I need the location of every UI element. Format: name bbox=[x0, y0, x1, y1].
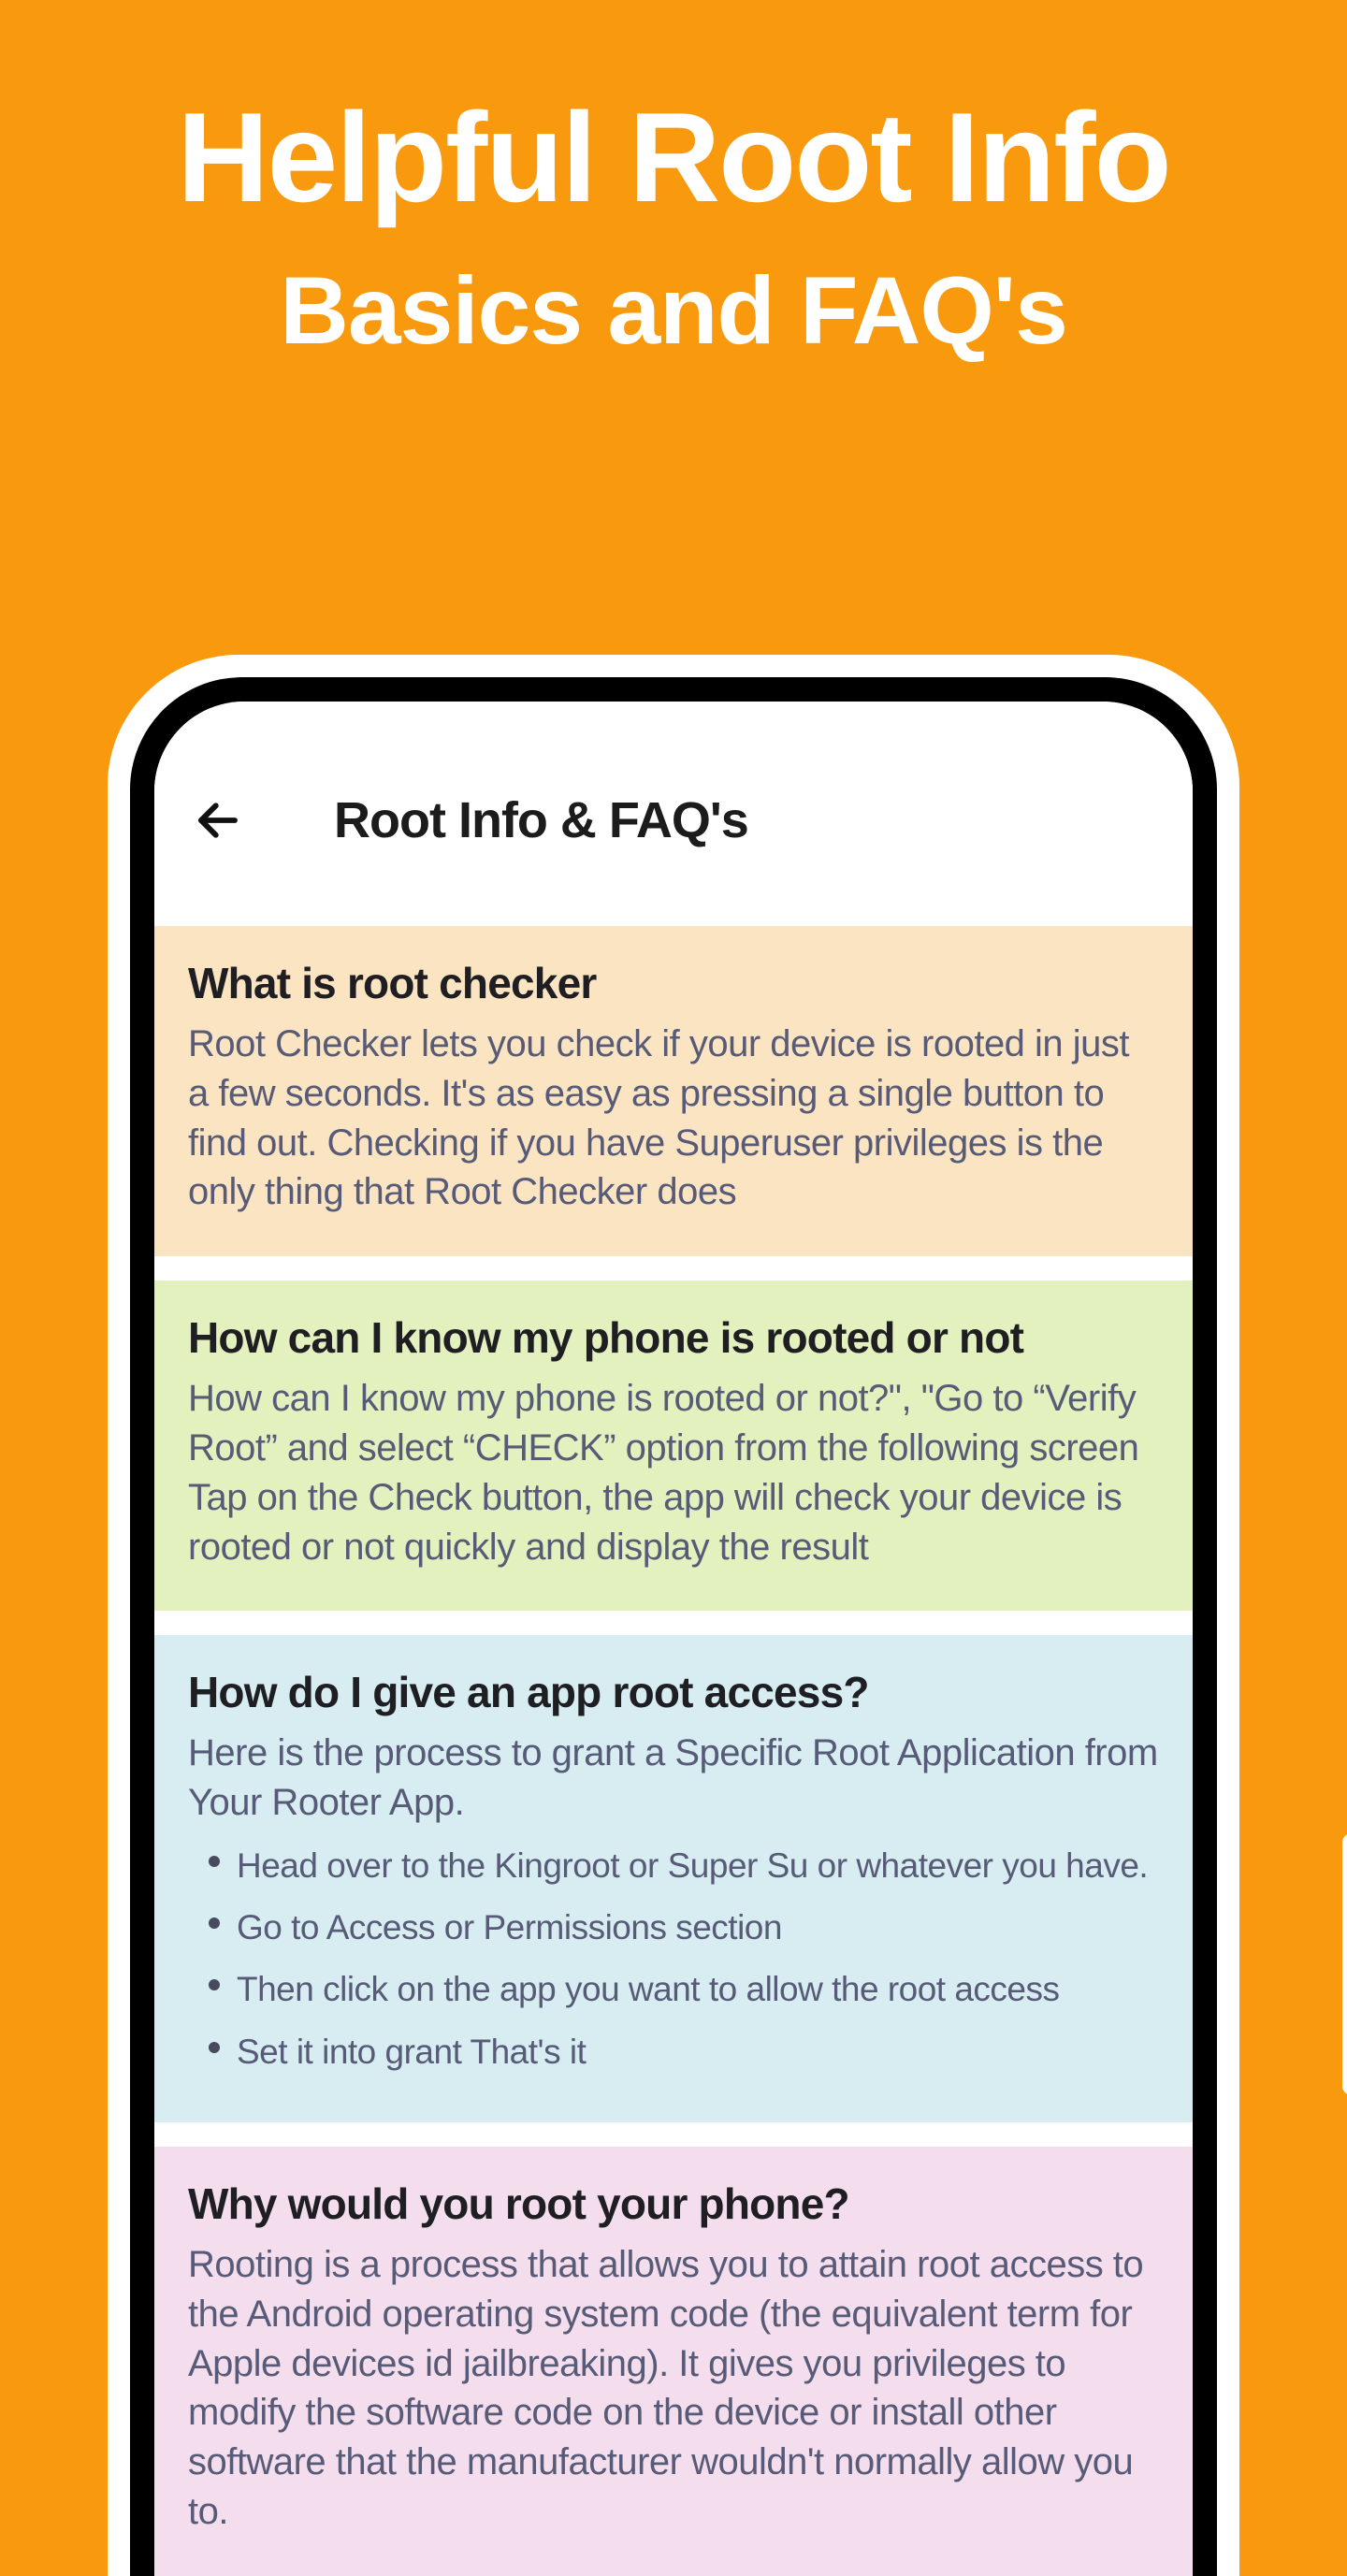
faq-title: How can I know my phone is rooted or not bbox=[188, 1312, 1159, 1363]
phone-mockup: Root Info & FAQ's What is root checker R… bbox=[108, 655, 1239, 2576]
faq-title: What is root checker bbox=[188, 958, 1159, 1008]
back-arrow-icon[interactable] bbox=[192, 794, 244, 847]
faq-card-give-app-root-access: How do I give an app root access? Here i… bbox=[154, 1635, 1193, 2122]
list-item: Go to Access or Permissions section bbox=[214, 1897, 1159, 1959]
app-header: Root Info & FAQ's bbox=[154, 702, 1193, 902]
faq-body: How can I know my phone is rooted or not… bbox=[188, 1374, 1159, 1571]
faq-card-why-root-phone: Why would you root your phone? Rooting i… bbox=[154, 2147, 1193, 2576]
list-item: Head over to the Kingroot or Super Su or… bbox=[214, 1835, 1159, 1897]
list-item: Set it into grant That's it bbox=[214, 2021, 1159, 2083]
promo-subtitle: Basics and FAQ's bbox=[0, 256, 1347, 366]
faq-body: Rooting is a process that allows you to … bbox=[188, 2240, 1159, 2537]
faq-title: How do I give an app root access? bbox=[188, 1667, 1159, 1717]
faq-card-how-know-rooted: How can I know my phone is rooted or not… bbox=[154, 1281, 1193, 1611]
faq-body: Root Checker lets you check if your devi… bbox=[188, 1020, 1159, 1217]
faq-title: Why would you root your phone? bbox=[188, 2178, 1159, 2229]
faq-steps-list: Head over to the Kingroot or Super Su or… bbox=[188, 1835, 1159, 2083]
promo-title: Helpful Root Info bbox=[0, 84, 1347, 230]
faq-card-what-is-root-checker: What is root checker Root Checker lets y… bbox=[154, 926, 1193, 1256]
page-title: Root Info & FAQ's bbox=[334, 791, 748, 849]
faq-intro: Here is the process to grant a Specific … bbox=[188, 1729, 1159, 1828]
list-item: Then click on the app you want to allow … bbox=[214, 1959, 1159, 2020]
phone-side-button bbox=[1342, 1833, 1347, 2095]
faq-body: Here is the process to grant a Specific … bbox=[188, 1729, 1159, 2083]
app-screen: Root Info & FAQ's What is root checker R… bbox=[154, 702, 1193, 2576]
